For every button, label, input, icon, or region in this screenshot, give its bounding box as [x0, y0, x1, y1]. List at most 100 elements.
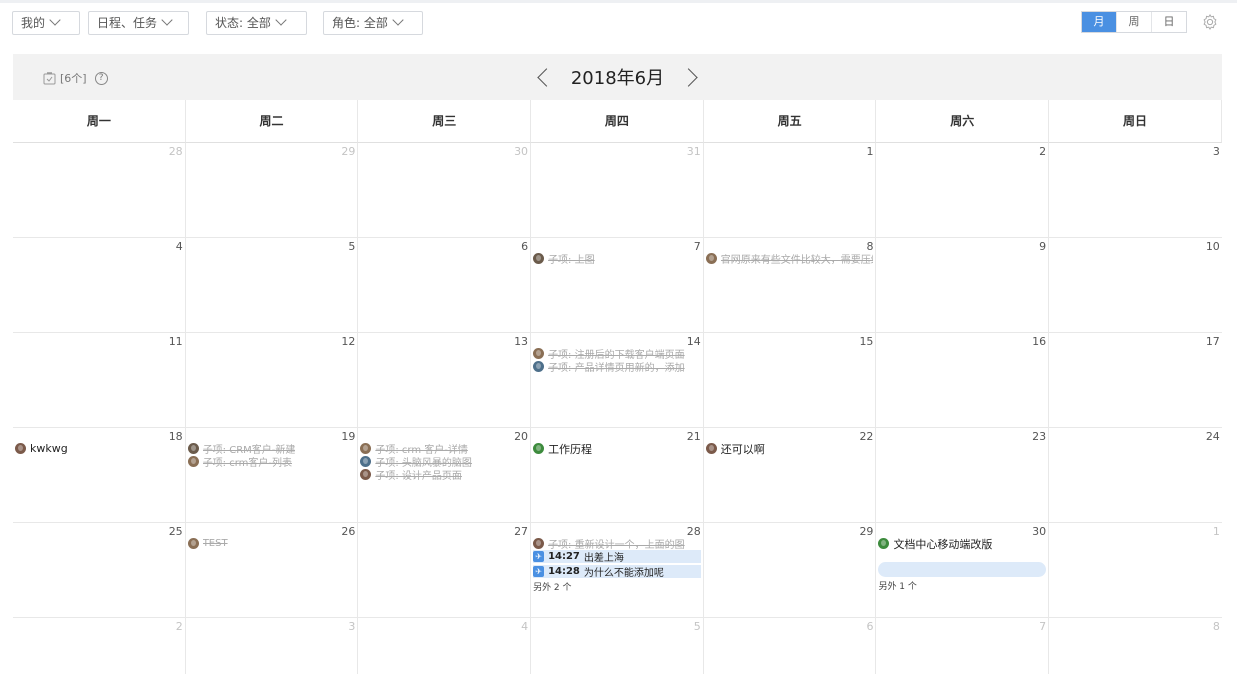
event-title: 工作历程: [548, 442, 593, 456]
task-event[interactable]: 子项: CRM客户-新建: [187, 442, 356, 455]
task-event[interactable]: 子项: 注册后的下载客户端页面: [533, 347, 701, 360]
calendar-day-cell[interactable]: 5: [531, 618, 704, 674]
task-event[interactable]: TEST: [187, 537, 356, 550]
calendar-day-cell[interactable]: 6: [358, 238, 532, 332]
prev-month-button[interactable]: [537, 67, 556, 87]
calendar-day-cell[interactable]: 6: [704, 618, 877, 674]
role-filter-dropdown[interactable]: 角色: 全部: [323, 11, 423, 35]
calendar-day-cell[interactable]: 21 工作历程: [531, 428, 704, 522]
avatar: [360, 456, 372, 467]
calendar-day-cell[interactable]: 29: [186, 143, 359, 237]
chevron-down-icon: [392, 14, 404, 26]
day-number: 28: [168, 145, 183, 158]
calendar-day-cell[interactable]: 31: [531, 143, 704, 237]
event-bar[interactable]: [878, 562, 1047, 577]
calendar-day-cell[interactable]: 2: [13, 618, 186, 674]
event-title: 子项: 上图: [548, 255, 595, 265]
schedule-event[interactable]: ✈ 14:27 出差上海: [533, 550, 701, 563]
calendar-day-cell[interactable]: 18 kwkwg: [13, 428, 186, 522]
task-event[interactable]: 子项: 上图: [533, 252, 701, 265]
avatar: [15, 443, 26, 454]
calendar-day-cell[interactable]: 30 文档中心移动端改版 另外 1 个: [876, 523, 1050, 617]
day-number: 11: [168, 335, 183, 348]
view-month-button[interactable]: 月: [1082, 12, 1116, 32]
calendar-day-cell[interactable]: 15: [704, 333, 877, 427]
calendar-day-cell[interactable]: 16: [876, 333, 1050, 427]
calendar-day-cell[interactable]: 23: [876, 428, 1050, 522]
calendar-day-cell[interactable]: 28: [13, 143, 186, 237]
calendar-day-cell[interactable]: 7 子项: 上图: [531, 238, 704, 332]
calendar-day-cell[interactable]: 22 还可以啊: [704, 428, 877, 522]
day-events: 子项: 上图: [533, 252, 701, 265]
calendar-day-cell[interactable]: 26 TEST: [186, 523, 359, 617]
calendar-day-cell[interactable]: 4: [358, 618, 532, 674]
calendar-day-cell[interactable]: 27: [358, 523, 532, 617]
day-number: 5: [693, 620, 701, 633]
calendar-day-cell[interactable]: 13: [358, 333, 532, 427]
calendar-day-cell[interactable]: 14 子项: 注册后的下载客户端页面 子项: 产品详情页用新的，添加: [531, 333, 704, 427]
avatar: [705, 253, 717, 264]
calendar-day-cell[interactable]: 24: [1049, 428, 1222, 522]
task-event[interactable]: 子项: crm客户-列表: [187, 455, 356, 468]
day-events: 子项: CRM客户-新建 子项: crm客户-列表: [187, 442, 356, 468]
owner-filter-dropdown[interactable]: 我的: [12, 11, 80, 35]
task-event[interactable]: 官网原来有些文件比较大，需要压缩: [705, 252, 873, 265]
task-event[interactable]: kwkwg: [15, 442, 183, 455]
calendar-day-cell[interactable]: 8 官网原来有些文件比较大，需要压缩: [704, 238, 877, 332]
calendar-day-cell[interactable]: 30: [358, 143, 532, 237]
calendar-day-cell[interactable]: 28 子项: 重新设计一个，上面的图 ✈ 14:27 出差上海 ✈ 14:28 为什么不能添加…: [531, 523, 704, 617]
day-number: 25: [168, 525, 183, 538]
task-event[interactable]: 子项: crm 客户-详情: [360, 442, 528, 455]
schedule-event[interactable]: ✈ 14:28 为什么不能添加呢: [533, 565, 701, 578]
day-events: 工作历程: [533, 442, 701, 455]
calendar-day-cell[interactable]: 8: [1049, 618, 1222, 674]
next-month-button[interactable]: [679, 67, 698, 87]
calendar-day-cell[interactable]: 1: [1049, 523, 1222, 617]
avatar: [187, 456, 199, 467]
calendar-day-cell[interactable]: 11: [13, 333, 186, 427]
calendar-day-cell[interactable]: 5: [186, 238, 359, 332]
task-event[interactable]: 子项: 产品详情页用新的，添加: [533, 360, 701, 373]
calendar-day-cell[interactable]: 4: [13, 238, 186, 332]
calendar-day-cell[interactable]: 17: [1049, 333, 1222, 427]
day-number: 2: [175, 620, 183, 633]
calendar-day-cell[interactable]: 7: [876, 618, 1050, 674]
gear-icon[interactable]: [1201, 13, 1219, 31]
type-filter-dropdown[interactable]: 日程、任务: [88, 11, 189, 35]
task-event[interactable]: 还可以啊: [705, 442, 874, 455]
day-events: 子项: 重新设计一个，上面的图 ✈ 14:27 出差上海 ✈ 14:28 为什么不能添加呢另…: [533, 537, 701, 593]
task-event[interactable]: 工作历程: [533, 442, 701, 455]
calendar-day-cell[interactable]: 3: [186, 618, 359, 674]
task-event[interactable]: 子项: 设计产品页面: [360, 468, 528, 481]
day-number: 30: [514, 145, 529, 158]
status-filter-dropdown[interactable]: 状态: 全部: [206, 11, 307, 35]
task-event[interactable]: 子项: 重新设计一个，上面的图: [533, 537, 701, 550]
day-number: 3: [1212, 145, 1220, 158]
calendar-day-cell[interactable]: 10: [1049, 238, 1222, 332]
calendar-day-cell[interactable]: 1: [704, 143, 877, 237]
chevron-down-icon: [275, 14, 287, 26]
day-number: 31: [686, 145, 701, 158]
task-event[interactable]: 文档中心移动端改版: [878, 537, 1046, 550]
day-events: 文档中心移动端改版 另外 1 个: [878, 537, 1047, 592]
calendar-day-cell[interactable]: 19 子项: CRM客户-新建 子项: crm客户-列表: [186, 428, 359, 522]
calendar-day-cell[interactable]: 9: [876, 238, 1050, 332]
calendar-day-cell[interactable]: 12: [186, 333, 359, 427]
task-event[interactable]: 子项: 头脑风暴的脑图: [360, 455, 528, 468]
calendar-day-cell[interactable]: 29: [704, 523, 877, 617]
calendar-day-cell[interactable]: 2: [876, 143, 1050, 237]
event-title: 子项: CRM客户-新建: [202, 445, 296, 455]
event-title: 出差上海: [583, 553, 624, 563]
day-number: 27: [514, 525, 529, 538]
calendar-day-cell[interactable]: 20 子项: crm 客户-详情 子项: 头脑风暴的脑图 子项: 设计产品页面: [358, 428, 532, 522]
view-week-button[interactable]: 周: [1116, 12, 1151, 32]
calendar-day-cell[interactable]: 3: [1049, 143, 1222, 237]
view-day-button[interactable]: 日: [1151, 12, 1186, 32]
more-events-link[interactable]: 另外 2 个: [533, 580, 701, 593]
day-number: 2: [1039, 145, 1047, 158]
day-number: 10: [1205, 240, 1220, 253]
weekday-label: 周三: [358, 100, 532, 143]
calendar-week-row: 18 kwkwg 19 子项: CRM客户-新建 子项: crm客户-列表 20 子项: c…: [13, 428, 1222, 523]
calendar-day-cell[interactable]: 25: [13, 523, 186, 617]
more-events-link[interactable]: 另外 1 个: [878, 579, 1046, 592]
